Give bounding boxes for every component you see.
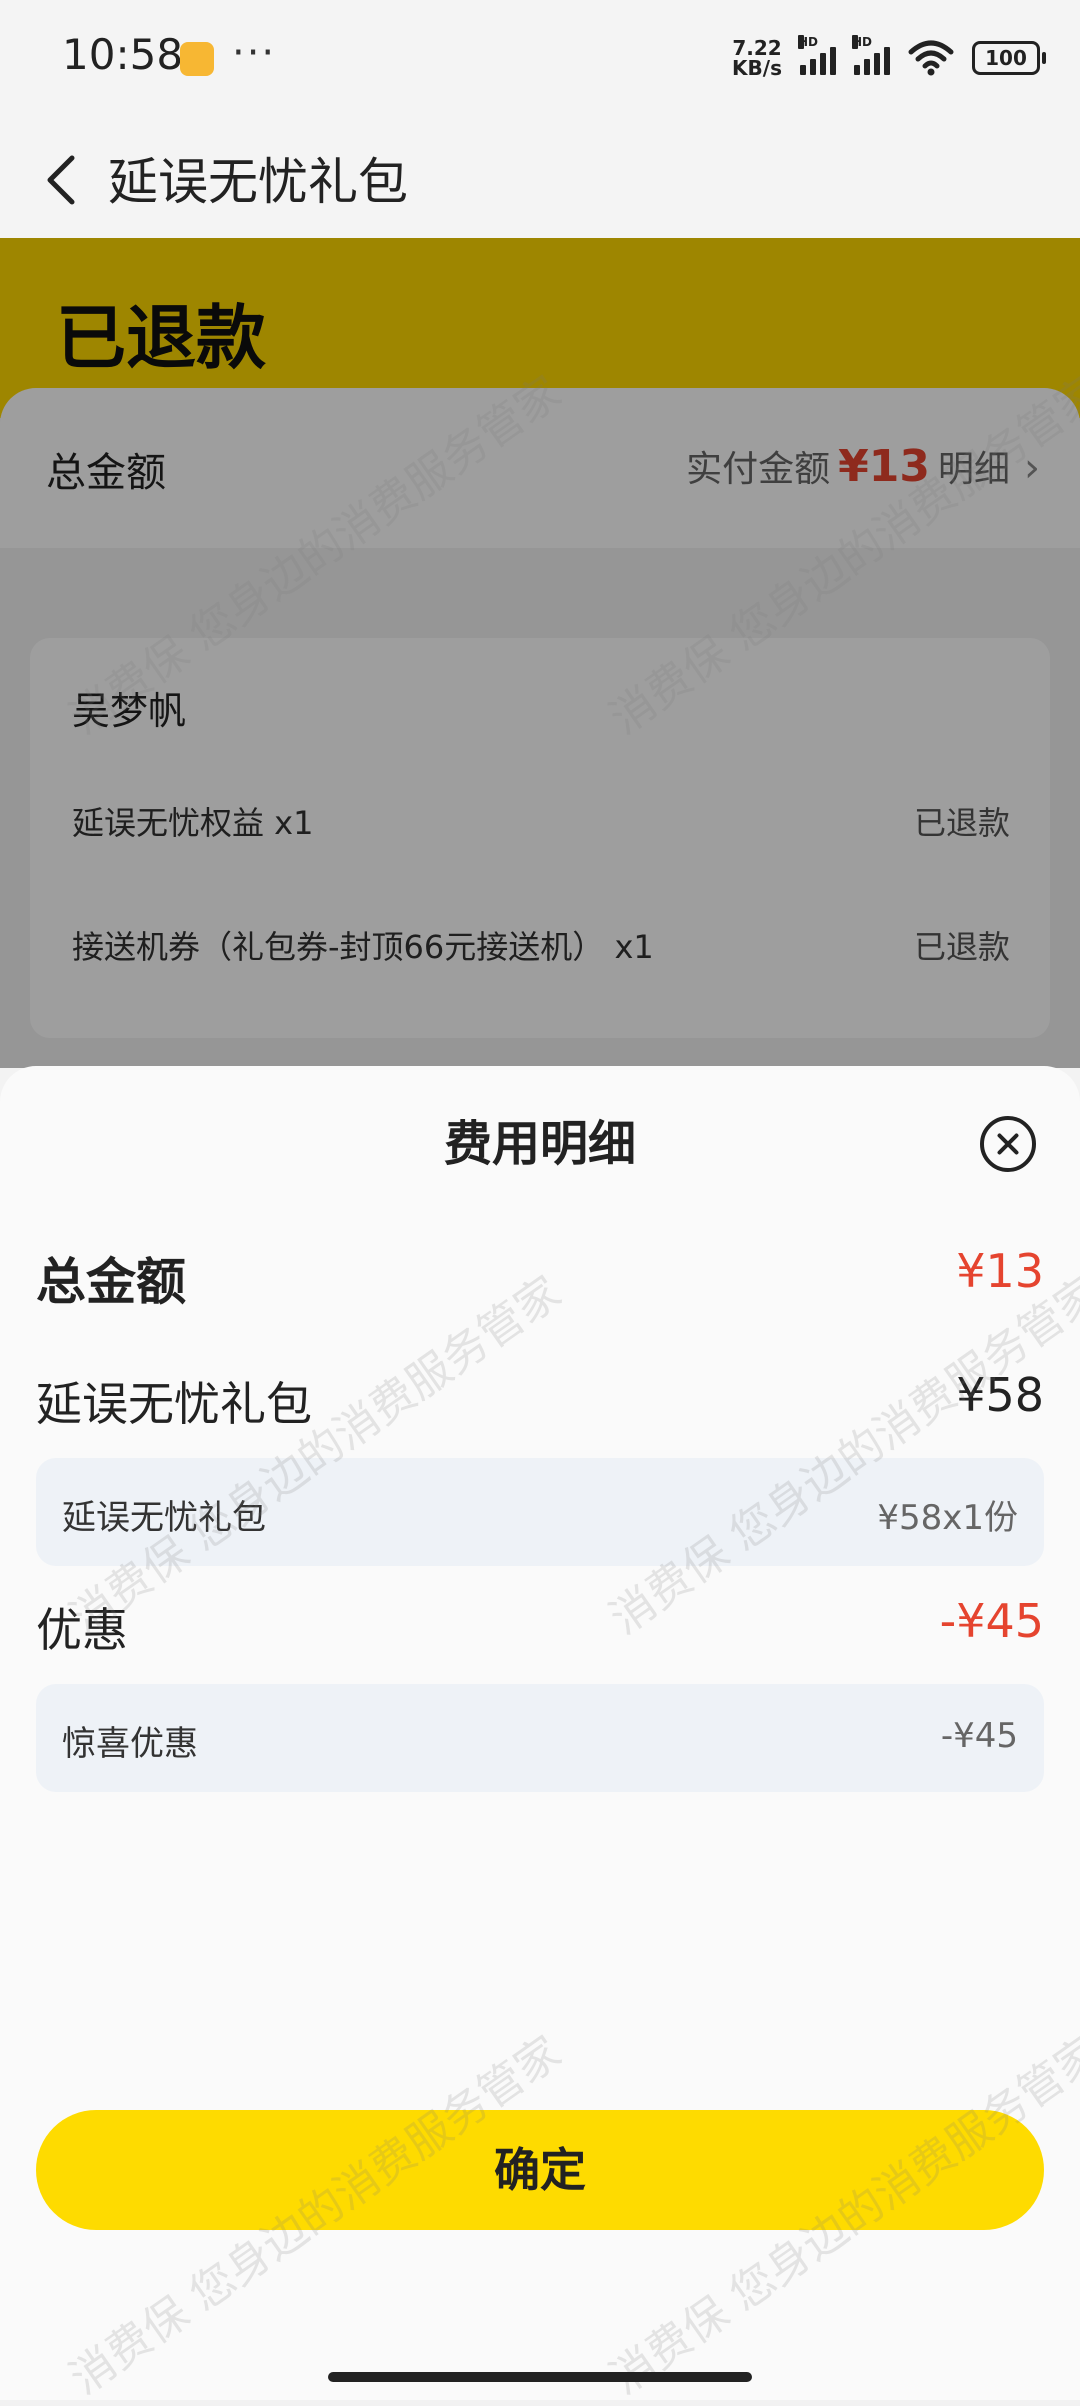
- notification-icon: [180, 42, 214, 76]
- package-detail: 延误无忧礼包 ¥58x1份: [36, 1458, 1044, 1566]
- package-label: 延误无忧礼包: [36, 1377, 312, 1431]
- page-title: 延误无忧礼包: [108, 153, 408, 211]
- status-time: 10:58: [62, 30, 184, 79]
- package-detail-label: 延误无忧礼包: [62, 1498, 266, 1538]
- total-label: 总金额: [36, 1253, 186, 1311]
- close-icon[interactable]: [980, 1116, 1036, 1172]
- home-indicator[interactable]: [328, 2372, 752, 2382]
- sheet-title: 费用明细: [443, 1116, 636, 1172]
- discount-value: -¥45: [939, 1594, 1044, 1648]
- total-value: ¥13: [956, 1244, 1044, 1298]
- network-speed: 7.22 KB/s: [732, 36, 782, 80]
- nav-bar: 延误无忧礼包: [0, 120, 1080, 238]
- modal-overlay[interactable]: [0, 238, 1080, 1068]
- battery-icon: 100: [972, 41, 1046, 75]
- signal-icon-2: HD: [852, 35, 890, 75]
- back-button[interactable]: [36, 140, 96, 220]
- discount-detail-value: -¥45: [940, 1716, 1018, 1756]
- discount-label: 优惠: [36, 1603, 128, 1657]
- status-icons: 7.22 KB/s HD HD 100: [732, 35, 1046, 80]
- package-detail-value: ¥58x1份: [877, 1498, 1018, 1538]
- package-value: ¥58: [956, 1368, 1044, 1422]
- wifi-icon: [908, 40, 954, 76]
- fee-detail-sheet: 费用明细 总金额 ¥13 延误无忧礼包 ¥58 延误无忧礼包 ¥58x1份 优惠…: [0, 1066, 1080, 2400]
- discount-detail: 惊喜优惠 -¥45: [36, 1684, 1044, 1792]
- more-notifications-icon: ···: [232, 30, 277, 76]
- status-bar: 10:58 ··· 7.22 KB/s HD HD 100: [0, 0, 1080, 120]
- chevron-left-icon: [47, 155, 75, 205]
- discount-detail-label: 惊喜优惠: [62, 1724, 198, 1764]
- confirm-button[interactable]: 确定: [36, 2110, 1044, 2230]
- signal-icon: HD: [798, 35, 836, 75]
